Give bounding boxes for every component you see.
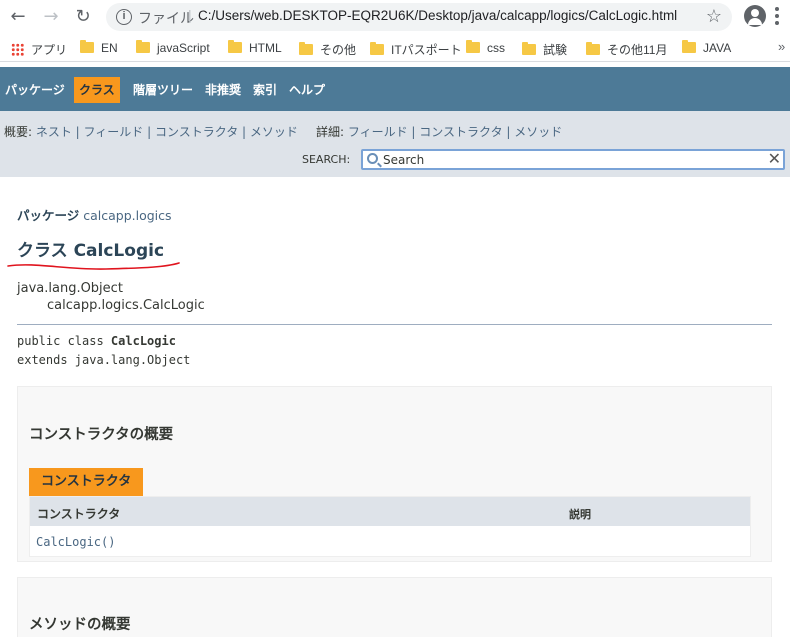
- bookmark-folder[interactable]: HTML: [228, 40, 282, 55]
- bookmark-label: 試験: [543, 43, 568, 57]
- signature-prefix: public class: [17, 334, 111, 348]
- menu-icon[interactable]: [775, 7, 779, 25]
- bookmark-folder[interactable]: EN: [80, 40, 118, 55]
- inheritance-child: calcapp.logics.CalcLogic: [47, 298, 205, 313]
- bookmark-label: その他: [320, 43, 357, 57]
- browser-toolbar: ← → ↻ i ファイル | C:/Users/web.DESKTOP-EQR2…: [0, 0, 790, 34]
- bookmark-folder[interactable]: JAVA: [682, 40, 732, 55]
- info-icon[interactable]: i: [116, 9, 132, 25]
- constructor-caption-tab: コンストラクタ: [29, 468, 144, 496]
- search-label: SEARCH:: [302, 153, 351, 166]
- address-bar[interactable]: i ファイル | C:/Users/web.DESKTOP-EQR2U6K/De…: [106, 3, 732, 31]
- bookmark-label: その他11月: [607, 43, 668, 57]
- bookmark-label: ITパスポート: [391, 43, 462, 57]
- folder-icon: [228, 40, 242, 53]
- bookmark-label: EN: [101, 41, 118, 55]
- search-icon: [367, 153, 378, 164]
- bookmark-folder[interactable]: 試験: [522, 41, 567, 58]
- folder-icon: [522, 42, 536, 55]
- red-underline-annotation: [7, 262, 180, 270]
- folder-icon: [299, 42, 313, 55]
- detail-links: 詳細: フィールド | コンストラクタ | メソッド: [316, 123, 562, 140]
- reload-icon[interactable]: ↻: [72, 6, 94, 28]
- method-summary-heading: メソッドの概要: [29, 617, 131, 633]
- signature-name: CalcLogic: [110, 334, 176, 348]
- bookmark-folder[interactable]: ITパスポート: [370, 41, 462, 58]
- class-signature: public class CalcLogic: [17, 334, 176, 348]
- method-summary-block: メソッドの概要: [17, 577, 772, 637]
- apps-grid-icon: [11, 43, 24, 56]
- bookmark-folder[interactable]: その他11月: [586, 41, 667, 58]
- nav-deprecated[interactable]: 非推奨: [200, 77, 246, 103]
- bookmark-label: JAVA: [703, 41, 732, 55]
- nav-tree[interactable]: 階層ツリー: [128, 77, 198, 103]
- top-navbar: パッケージ クラス 階層ツリー 非推奨 索引 ヘルプ: [0, 67, 790, 111]
- constructor-link[interactable]: CalcLogic(): [36, 535, 115, 549]
- bookmark-folder[interactable]: css: [466, 40, 505, 55]
- omnibox-separator: |: [188, 7, 192, 23]
- nav-class-active[interactable]: クラス: [74, 77, 120, 103]
- folder-icon: [586, 42, 600, 55]
- detail-items[interactable]: フィールド | コンストラクタ | メソッド: [348, 125, 562, 139]
- back-icon[interactable]: ←: [7, 6, 29, 28]
- clear-icon[interactable]: ✕: [768, 150, 781, 168]
- bookmark-folder[interactable]: その他: [299, 41, 356, 58]
- bookmark-folder[interactable]: javaScript: [136, 40, 210, 55]
- constructor-summary-block: コンストラクタの概要 コンストラクタ コンストラクタ 説明 CalcLogic(…: [17, 386, 772, 562]
- detail-prefix: 詳細:: [316, 125, 348, 139]
- constructor-table: コンストラクタ 説明 CalcLogic(): [29, 496, 751, 557]
- col-constructor: コンストラクタ: [37, 507, 121, 521]
- folder-icon: [466, 40, 480, 53]
- nav-package[interactable]: パッケージ: [0, 77, 70, 103]
- folder-icon: [370, 42, 384, 55]
- table-header: コンストラクタ 説明: [30, 497, 750, 526]
- bookmarks-more-icon[interactable]: »: [778, 39, 785, 54]
- nav-index[interactable]: 索引: [248, 77, 282, 103]
- bookmark-apps[interactable]: アプリ: [11, 41, 67, 58]
- omnibox-file-label: ファイル: [138, 10, 194, 26]
- divider: [17, 324, 772, 325]
- search-field[interactable]: ✕: [361, 149, 785, 170]
- bookmark-label: HTML: [249, 41, 282, 55]
- folder-icon: [136, 40, 150, 53]
- col-description: 説明: [569, 508, 591, 521]
- url-text[interactable]: C:/Users/web.DESKTOP-EQR2U6K/Desktop/jav…: [198, 8, 677, 23]
- profile-icon[interactable]: [744, 5, 766, 27]
- star-icon[interactable]: ☆: [706, 6, 722, 27]
- folder-icon: [80, 40, 94, 53]
- table-row: CalcLogic(): [30, 526, 750, 556]
- forward-icon[interactable]: →: [40, 6, 62, 28]
- bookmark-apps-label: アプリ: [31, 43, 68, 57]
- folder-icon: [682, 40, 696, 53]
- package-line: パッケージ calcapp.logics: [17, 205, 172, 224]
- summary-prefix: 概要:: [4, 125, 36, 139]
- package-link[interactable]: calcapp.logics: [83, 208, 171, 223]
- search-input[interactable]: [383, 152, 763, 168]
- bookmark-label: css: [487, 41, 505, 55]
- bookmark-label: javaScript: [157, 41, 210, 55]
- nav-help[interactable]: ヘルプ: [284, 77, 330, 103]
- constructor-summary-heading: コンストラクタの概要: [29, 427, 174, 443]
- class-extends: extends java.lang.Object: [17, 353, 191, 367]
- summary-items[interactable]: ネスト | フィールド | コンストラクタ | メソッド: [36, 125, 298, 139]
- bookmarks-bar: アプリ EN javaScript HTML その他 ITパスポート css 試…: [0, 34, 790, 62]
- package-label: パッケージ: [17, 208, 80, 223]
- summary-links: 概要: ネスト | フィールド | コンストラクタ | メソッド: [4, 123, 298, 140]
- inheritance-parent: java.lang.Object: [17, 281, 123, 296]
